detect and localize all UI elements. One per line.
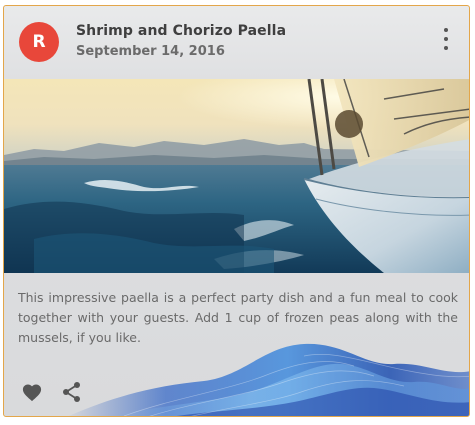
more-vert-icon[interactable] [441, 28, 451, 50]
recipe-card: R Shrimp and Chorizo Paella September 14… [3, 5, 470, 417]
card-header: R Shrimp and Chorizo Paella September 14… [4, 6, 469, 78]
card-description: This impressive paella is a perfect part… [18, 290, 458, 345]
share-icon[interactable] [58, 378, 86, 406]
card-date: September 14, 2016 [76, 44, 225, 59]
heart-icon[interactable] [18, 378, 46, 406]
card-media-image [4, 79, 469, 273]
avatar[interactable]: R [19, 22, 59, 62]
card-title: Shrimp and Chorizo Paella [76, 23, 287, 39]
card-actions [4, 366, 469, 416]
